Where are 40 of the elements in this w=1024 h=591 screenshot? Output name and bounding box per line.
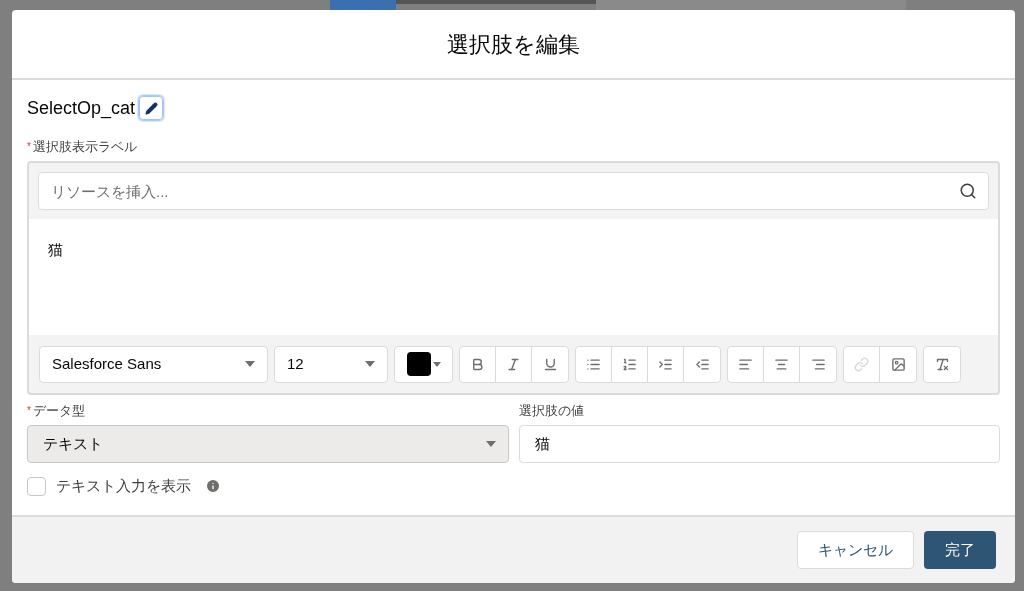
- link-icon: [854, 356, 869, 372]
- clear-format-icon: [934, 356, 950, 372]
- editor-content[interactable]: 猫: [29, 219, 998, 335]
- align-right-icon: [810, 356, 826, 372]
- resource-search-field[interactable]: リソースを挿入...: [38, 172, 989, 210]
- bold-icon: [470, 356, 485, 372]
- choice-value-field[interactable]: 猫: [518, 425, 1000, 463]
- align-center-icon: [774, 356, 789, 372]
- align-left-icon: [738, 356, 753, 372]
- checkbox[interactable]: [27, 476, 46, 496]
- font-select[interactable]: Salesforce Sans: [39, 345, 268, 383]
- indent-icon: [658, 356, 673, 372]
- done-button[interactable]: 完了: [924, 531, 996, 569]
- info-icon: [205, 478, 221, 495]
- required-mark: *: [27, 142, 31, 152]
- bullet-list-icon: [586, 356, 601, 372]
- caret-icon: [365, 361, 375, 367]
- tile-icon: [330, 0, 396, 10]
- numbered-list-icon: [622, 356, 637, 372]
- dialog-title: 選択肢を編集: [447, 30, 580, 59]
- required-mark: *: [27, 406, 31, 416]
- cancel-button[interactable]: キャンセル: [797, 531, 914, 569]
- outdent-icon: [694, 356, 710, 372]
- field-label: 選択肢の値: [518, 402, 584, 421]
- image-icon: [890, 356, 906, 372]
- data-type-select[interactable]: テキスト: [27, 425, 509, 463]
- field-label: 選択肢表示ラベル: [32, 138, 137, 157]
- italic-icon: [506, 356, 521, 372]
- caret-icon: [245, 361, 255, 367]
- underline-icon: [542, 356, 558, 372]
- search-icon: [959, 182, 977, 200]
- edit-button[interactable]: [139, 96, 164, 120]
- size-select[interactable]: 12: [274, 345, 388, 383]
- checkbox-label: テキスト入力を表示: [56, 476, 191, 496]
- field-label: データ型: [32, 402, 85, 421]
- caret-icon: [485, 441, 496, 447]
- pencil-icon: [144, 101, 158, 115]
- caret-icon: [432, 361, 441, 367]
- api-name: SelectOp_cat: [27, 96, 136, 121]
- color-picker[interactable]: [394, 345, 453, 383]
